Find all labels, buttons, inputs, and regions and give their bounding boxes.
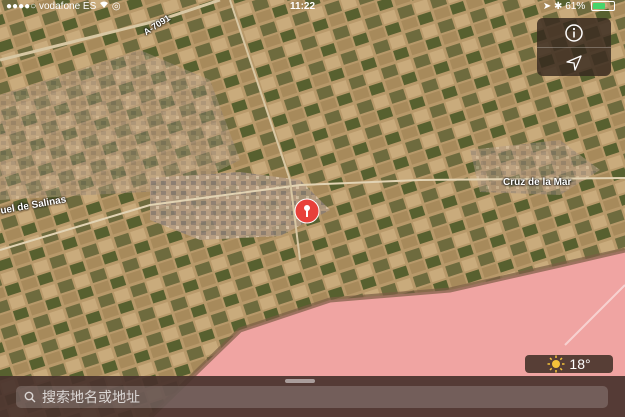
carrier-info: ●●●●○ vodafone ES ◎: [6, 1, 121, 12]
weather-badge: 18°: [525, 355, 613, 373]
search-icon: [24, 391, 36, 403]
wifi-icon: [99, 1, 112, 12]
bluetooth-icon: ✱: [554, 1, 563, 12]
signal-strength-icon: ●●●●○: [6, 1, 37, 12]
location-pin-icon[interactable]: [294, 198, 320, 224]
search-sheet: 搜索地名或地址: [0, 376, 625, 417]
location-arrow-icon: [566, 54, 582, 71]
battery-percent: 61%: [565, 1, 586, 12]
location-arrow-icon: ➤: [542, 1, 552, 12]
status-right: ➤ ✱ 61%: [543, 1, 615, 12]
search-input[interactable]: 搜索地名或地址: [42, 387, 140, 407]
map-controls: [537, 18, 611, 76]
clock-time: 11:22: [290, 1, 316, 12]
status-bar: ●●●●○ vodafone ES ◎ 11:22 ➤ ✱ 61%: [0, 0, 625, 14]
temperature: 18°: [569, 356, 591, 372]
map-info-button[interactable]: [537, 18, 611, 47]
location-services-icon: ◎: [111, 1, 121, 12]
sun-icon: [547, 355, 565, 373]
current-location-button[interactable]: [537, 47, 611, 77]
battery-icon: [591, 1, 615, 12]
battery-level: [593, 3, 606, 10]
sheet-grabber[interactable]: [285, 379, 315, 383]
place-label: Cruz de la Mar: [503, 177, 572, 188]
info-icon: [565, 23, 583, 42]
carrier-name: vodafone ES: [38, 1, 97, 12]
search-bar[interactable]: 搜索地名或地址: [16, 386, 608, 408]
